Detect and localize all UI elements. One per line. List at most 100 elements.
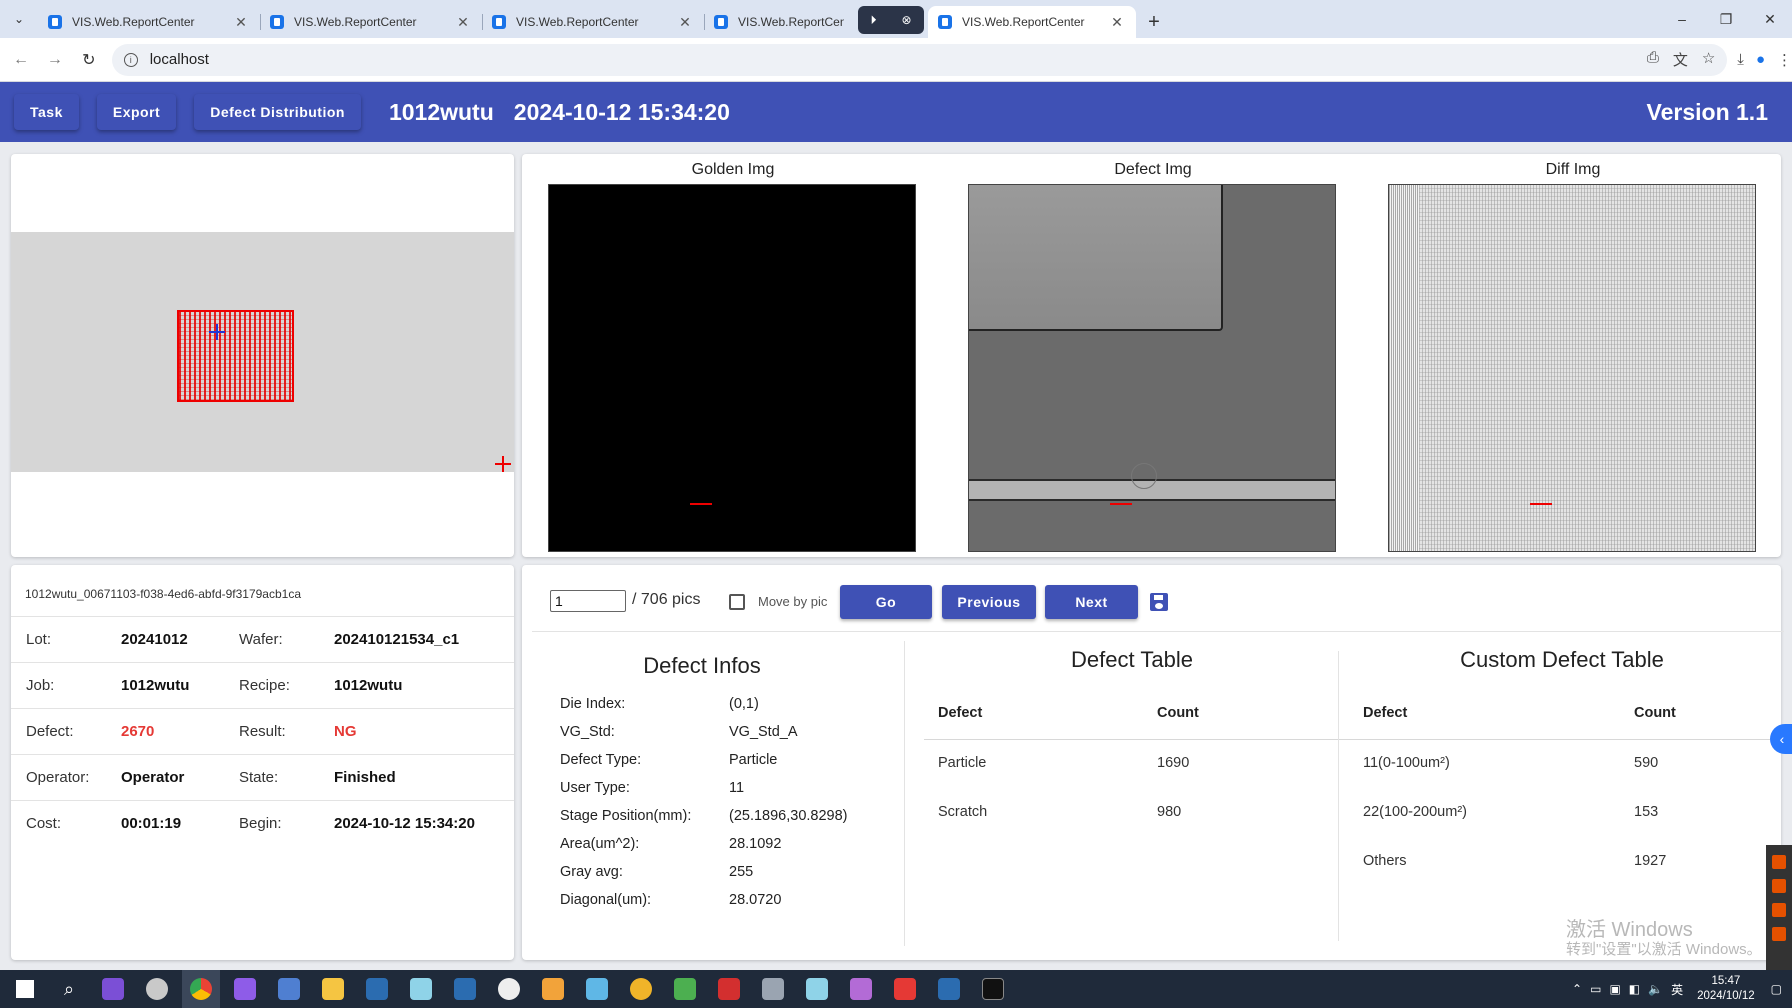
ime-indicator[interactable]: 英 [1671,981,1683,998]
chrome-icon[interactable] [182,970,220,1008]
wps-icon[interactable] [886,970,924,1008]
address-bar: ← → ↻ i localhost ⎙ 文 ☆ ⤓ ● ⋮ [0,38,1792,82]
app-favicon-icon [714,15,728,29]
tab-close-icon[interactable]: ✕ [454,14,472,31]
windows-taskbar: ⌕ ⌃ ▭ ▣ ◧ 🔈 英 15:47 2024/10/12 ▢ [0,970,1792,1008]
wafer-map-card [11,154,514,557]
kebab-menu-icon[interactable]: ⋮ [1777,51,1792,69]
network-icon[interactable]: ▭ [1590,982,1601,996]
save-icon[interactable] [1150,593,1168,611]
side-notification-strip [1766,845,1792,970]
result-value: NG [334,723,357,740]
tab-close-icon[interactable]: ✕ [1108,14,1126,31]
app-favicon-icon [492,15,506,29]
profile-avatar-icon[interactable]: ● [1756,51,1765,69]
info-row-operator: Operator: Operator State: Finished [11,754,514,800]
defect-image-label: Defect Img [1114,161,1192,178]
minimize-icon[interactable]: – [1660,0,1704,38]
reload-icon[interactable]: ↻ [72,43,106,77]
translate-icon[interactable]: 文 [1673,49,1688,70]
download-icon[interactable]: ⤓ [1737,51,1744,69]
defect-image[interactable] [968,184,1336,552]
flag-icon[interactable] [1772,927,1786,941]
browser-tab[interactable]: VIS.Web.ReportCenter [704,6,854,38]
app-icon[interactable] [138,970,176,1008]
app-favicon-icon [270,15,284,29]
app-tray-icon[interactable]: ◧ [1629,982,1640,996]
share-screen-icon[interactable]: ⏵ [870,13,876,28]
move-by-pic-checkbox[interactable] [729,594,745,610]
die-defect-map[interactable] [177,310,294,402]
security-icon[interactable]: ▣ [1609,982,1620,996]
app-icon[interactable] [666,970,704,1008]
golden-image-column: Golden Img [548,154,918,552]
visual-studio-icon[interactable] [226,970,264,1008]
browser-tab[interactable]: VIS.Web.ReportCenter ✕ [260,6,482,38]
defect-distribution-button[interactable]: Defect Distribution [194,94,361,130]
visual-studio-icon[interactable] [94,970,132,1008]
go-button[interactable]: Go [840,585,932,619]
app-icon[interactable] [622,970,660,1008]
site-info-icon[interactable]: i [123,52,138,67]
bookmark-star-icon[interactable]: ☆ [1702,49,1715,70]
task-button[interactable]: Task [14,94,79,130]
terminal-icon[interactable] [974,970,1012,1008]
flag-icon[interactable] [1772,879,1786,893]
defect-infos-title: Defect Infos [643,653,761,678]
restore-icon[interactable]: ❐ [1704,0,1748,38]
forward-arrow-icon[interactable]: → [38,43,72,77]
windows-start-icon[interactable] [6,970,44,1008]
app-icon[interactable] [754,970,792,1008]
app-icon[interactable] [490,970,528,1008]
media-stop-icon[interactable]: ⊗ [901,13,911,27]
app-icon[interactable] [270,970,308,1008]
browser-tab[interactable]: VIS.Web.ReportCenter ✕ [38,6,260,38]
vis-app-icon[interactable] [930,970,968,1008]
info-row-defect: Defect: 2670 Result: NG [11,708,514,754]
window-controls: – ❐ ✕ [1660,0,1792,38]
die-position-crosshair-icon [209,324,225,340]
vis-app-icon[interactable] [358,970,396,1008]
tab-close-icon[interactable]: ✕ [232,14,250,31]
pic-index-input[interactable]: 1 [550,590,626,612]
previous-button[interactable]: Previous [942,585,1036,619]
wafer-map[interactable] [11,232,514,472]
wafer-id: 1012wutu_00671103-f038-4ed6-abfd-9f3179a… [25,587,302,601]
file-explorer-icon[interactable] [314,970,352,1008]
windows-activation-hint: 转到"设置"以激活 Windows。 [1566,941,1762,958]
search-icon[interactable]: ⌕ [50,970,88,1008]
browser-tab-active[interactable]: VIS.Web.ReportCenter ✕ [928,6,1136,38]
browser-tab[interactable]: VIS.Web.ReportCenter ✕ [482,6,704,38]
notification-icon[interactable]: ▢ [1771,982,1782,996]
app-icon[interactable] [578,970,616,1008]
diff-image[interactable] [1388,184,1756,552]
app-version: Version 1.1 [1646,98,1768,125]
new-tab-plus-icon[interactable]: + [1136,6,1172,38]
app-icon[interactable] [798,970,836,1008]
custom-defect-table-title: Custom Defect Table [1460,647,1664,672]
app-icon[interactable] [842,970,880,1008]
defect-image-column: Defect Img [968,154,1338,552]
flag-icon[interactable] [1772,903,1786,917]
next-button[interactable]: Next [1045,585,1138,619]
tab-close-icon[interactable]: ✕ [676,14,694,31]
export-button[interactable]: Export [96,94,177,130]
taskbar-clock[interactable]: 15:47 2024/10/12 [1697,974,1755,1004]
folder-icon[interactable] [1772,855,1786,869]
job-datetime: 2024-10-12 15:34:20 [513,98,730,125]
volume-icon[interactable]: 🔈 [1648,982,1663,996]
media-tab-controls[interactable]: ⏵ ⊗ [858,6,924,34]
url-input[interactable]: i localhost ⎙ 文 ☆ [111,43,1728,76]
golden-image[interactable] [548,184,916,552]
app-icon[interactable] [402,970,440,1008]
vis-app-icon[interactable] [446,970,484,1008]
tray-chevron-up-icon[interactable]: ⌃ [1572,982,1582,996]
app-icon[interactable] [534,970,572,1008]
info-row-job: Job: 1012wutu Recipe: 1012wutu [11,662,514,708]
back-arrow-icon[interactable]: ← [4,43,38,77]
close-window-icon[interactable]: ✕ [1748,0,1792,38]
app-icon[interactable] [710,970,748,1008]
tab-search-chevron-icon[interactable]: ⌄ [0,0,38,38]
install-app-icon[interactable]: ⎙ [1647,49,1659,70]
side-panel-toggle-chevron-icon[interactable]: ‹ [1770,724,1792,754]
